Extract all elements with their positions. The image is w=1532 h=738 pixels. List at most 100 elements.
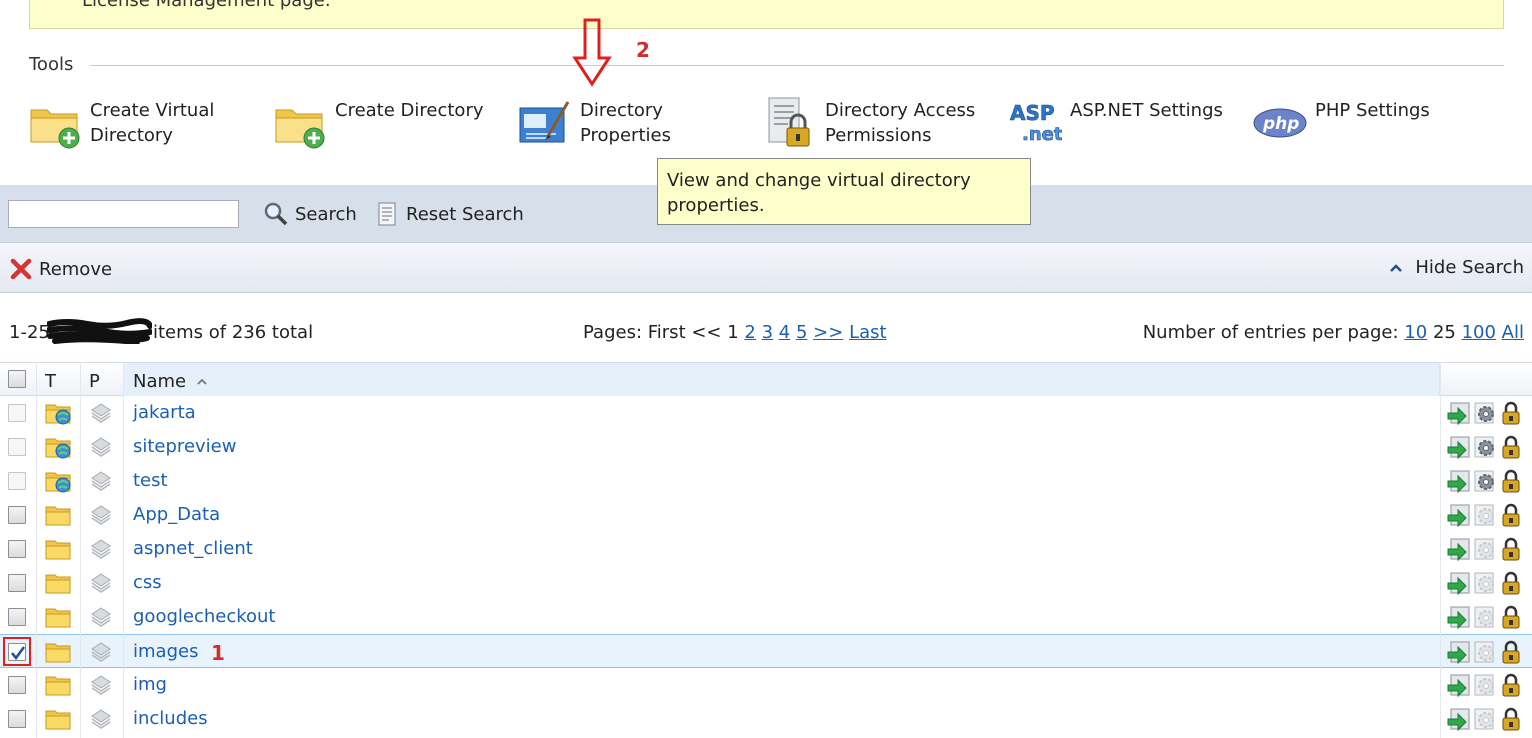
settings-gear-icon[interactable] bbox=[1473, 604, 1497, 630]
row-actions bbox=[1447, 604, 1523, 630]
select-all-checkbox[interactable] bbox=[8, 370, 26, 388]
lock-icon[interactable] bbox=[1499, 400, 1523, 426]
table-row[interactable]: aspnet_client bbox=[0, 532, 1532, 566]
open-directory-icon[interactable] bbox=[1447, 706, 1471, 732]
open-directory-icon[interactable] bbox=[1447, 604, 1471, 630]
open-directory-icon[interactable] bbox=[1447, 434, 1471, 460]
permissions-icon bbox=[88, 570, 114, 596]
open-directory-icon[interactable] bbox=[1447, 639, 1471, 665]
directory-access-permissions-button[interactable]: Directory Access Permissions bbox=[763, 96, 975, 152]
directory-properties-button[interactable]: Directory Properties bbox=[518, 96, 671, 152]
directory-name-link[interactable]: includes bbox=[133, 708, 208, 729]
table-row[interactable]: images 1 bbox=[0, 634, 1532, 668]
table-row[interactable]: jakarta bbox=[0, 396, 1532, 430]
lock-icon[interactable] bbox=[1499, 706, 1523, 732]
row-checkbox[interactable] bbox=[8, 472, 26, 490]
settings-gear-icon[interactable] bbox=[1473, 639, 1497, 665]
search-input[interactable] bbox=[8, 200, 239, 228]
create-directory-button[interactable]: Create Directory bbox=[273, 96, 484, 152]
tool-label-line1: Create Virtual bbox=[90, 100, 215, 121]
page-link-4[interactable]: 4 bbox=[779, 322, 790, 343]
table-row[interactable]: googlecheckout bbox=[0, 600, 1532, 634]
page-link-next[interactable]: >> bbox=[813, 322, 843, 343]
settings-gear-icon[interactable] bbox=[1473, 570, 1497, 596]
search-button[interactable]: Search bbox=[263, 201, 357, 227]
aspnet-settings-button[interactable]: ASP .net ASP.NET Settings bbox=[1008, 96, 1223, 152]
permissions-icon bbox=[88, 706, 114, 732]
lock-icon[interactable] bbox=[1499, 468, 1523, 494]
directory-name-link[interactable]: googlecheckout bbox=[133, 606, 276, 627]
lock-icon[interactable] bbox=[1499, 604, 1523, 630]
lock-icon[interactable] bbox=[1499, 434, 1523, 460]
count-suffix: items of 236 total bbox=[153, 322, 314, 343]
page-link-2[interactable]: 2 bbox=[744, 322, 755, 343]
table-row[interactable]: App_Data bbox=[0, 498, 1532, 532]
page-link-3[interactable]: 3 bbox=[762, 322, 773, 343]
hide-search-button[interactable]: Hide Search bbox=[1389, 257, 1524, 278]
folder-icon bbox=[44, 639, 72, 665]
row-actions bbox=[1447, 570, 1523, 596]
open-directory-icon[interactable] bbox=[1447, 502, 1471, 528]
open-directory-icon[interactable] bbox=[1447, 400, 1471, 426]
row-checkbox[interactable] bbox=[8, 574, 26, 592]
directory-name-link[interactable]: jakarta bbox=[133, 402, 196, 423]
lock-icon[interactable] bbox=[1499, 536, 1523, 562]
column-header-type[interactable]: T bbox=[45, 371, 56, 392]
column-header-permissions[interactable]: P bbox=[89, 371, 100, 392]
lock-icon[interactable] bbox=[1499, 672, 1523, 698]
settings-gear-icon[interactable] bbox=[1473, 536, 1497, 562]
open-directory-icon[interactable] bbox=[1447, 468, 1471, 494]
table-body: jakarta sitepreview test App_Data aspnet_cli… bbox=[0, 396, 1532, 736]
column-header-name[interactable]: Name bbox=[133, 371, 208, 392]
entries-option-10[interactable]: 10 bbox=[1404, 322, 1427, 343]
directory-name-link[interactable]: aspnet_client bbox=[133, 538, 253, 559]
remove-button[interactable]: Remove bbox=[9, 257, 112, 281]
php-logo-icon: php bbox=[1253, 96, 1307, 150]
php-settings-button[interactable]: php PHP Settings bbox=[1253, 96, 1430, 152]
row-checkbox[interactable] bbox=[8, 710, 26, 728]
page-link-5[interactable]: 5 bbox=[796, 322, 807, 343]
row-checkbox[interactable] bbox=[8, 438, 26, 456]
settings-gear-icon[interactable] bbox=[1473, 502, 1497, 528]
directory-name-link[interactable]: sitepreview bbox=[133, 436, 236, 457]
item-count: 1-25 items of 236 total bbox=[9, 322, 313, 343]
settings-gear-icon[interactable] bbox=[1473, 468, 1497, 494]
row-checkbox[interactable] bbox=[8, 540, 26, 558]
table-row[interactable]: test bbox=[0, 464, 1532, 498]
row-checkbox[interactable] bbox=[8, 506, 26, 524]
directory-name-link[interactable]: img bbox=[133, 674, 167, 695]
open-directory-icon[interactable] bbox=[1447, 536, 1471, 562]
entries-option-100[interactable]: 100 bbox=[1462, 322, 1496, 343]
pages-label: Pages: First << 1 bbox=[583, 322, 739, 343]
folder-add-icon bbox=[273, 96, 327, 150]
table-row[interactable]: css bbox=[0, 566, 1532, 600]
pagination: Pages: First << 1 2 3 4 5 >> Last bbox=[583, 322, 887, 343]
row-checkbox[interactable] bbox=[8, 404, 26, 422]
settings-gear-icon[interactable] bbox=[1473, 400, 1497, 426]
open-directory-icon[interactable] bbox=[1447, 570, 1471, 596]
directory-name-link[interactable]: images bbox=[133, 641, 198, 662]
virtual-directory-icon bbox=[44, 434, 72, 460]
open-directory-icon[interactable] bbox=[1447, 672, 1471, 698]
reset-search-button[interactable]: Reset Search bbox=[374, 201, 524, 227]
table-row[interactable]: img bbox=[0, 668, 1532, 702]
directory-name-link[interactable]: css bbox=[133, 572, 162, 593]
table-row[interactable]: includes bbox=[0, 702, 1532, 736]
lock-icon[interactable] bbox=[1499, 570, 1523, 596]
settings-gear-icon[interactable] bbox=[1473, 672, 1497, 698]
row-checkbox[interactable] bbox=[8, 643, 26, 661]
lock-icon[interactable] bbox=[1499, 639, 1523, 665]
table-row[interactable]: sitepreview bbox=[0, 430, 1532, 464]
settings-gear-icon[interactable] bbox=[1473, 434, 1497, 460]
tool-label: PHP Settings bbox=[1315, 100, 1430, 121]
row-checkbox[interactable] bbox=[8, 676, 26, 694]
page-link-last[interactable]: Last bbox=[849, 322, 887, 343]
annotation-down-arrow-icon bbox=[572, 18, 612, 87]
row-checkbox[interactable] bbox=[8, 608, 26, 626]
create-virtual-directory-button[interactable]: Create Virtual Directory bbox=[28, 96, 214, 152]
lock-icon[interactable] bbox=[1499, 502, 1523, 528]
settings-gear-icon[interactable] bbox=[1473, 706, 1497, 732]
directory-name-link[interactable]: App_Data bbox=[133, 504, 220, 525]
entries-option-all[interactable]: All bbox=[1502, 322, 1524, 343]
directory-name-link[interactable]: test bbox=[133, 470, 168, 491]
